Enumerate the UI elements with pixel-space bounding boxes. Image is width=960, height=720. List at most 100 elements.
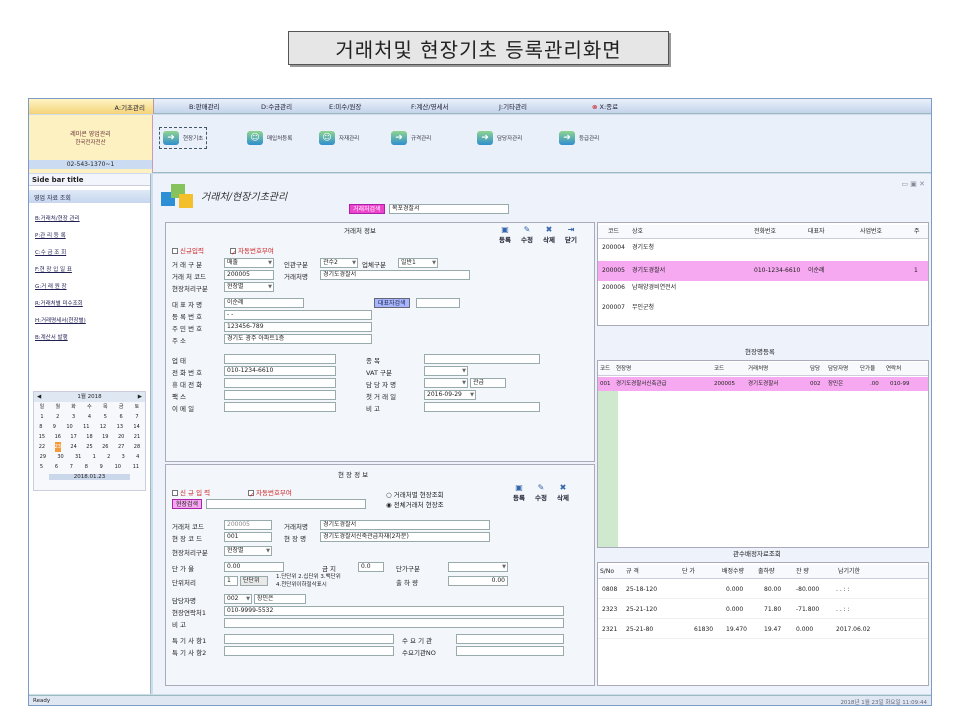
demand-no-input[interactable] — [456, 646, 564, 656]
col-extra[interactable]: 주 — [914, 225, 920, 239]
sidebar-section[interactable]: 영업 자료 조회 — [29, 190, 150, 203]
vendor-row[interactable]: 200004 경기도청 — [598, 241, 928, 255]
calendar-day[interactable]: 4 — [136, 452, 139, 462]
calendar-today[interactable]: 2018.01.23 — [49, 474, 130, 480]
calendar-day[interactable]: 3 — [122, 452, 125, 462]
calendar-day[interactable]: 1 — [93, 452, 96, 462]
col-manager[interactable]: 담당 — [810, 362, 820, 376]
calendar-day[interactable]: 11 — [83, 422, 89, 432]
col-bizno[interactable]: 사업번호 — [860, 225, 882, 239]
tel-input[interactable]: 010-1234-6610 — [224, 366, 336, 376]
menu-tab-etc[interactable]: J:기타관리 — [499, 101, 527, 111]
calendar[interactable]: ◀ 1월 2018 ▶ 일 월 화 수 목 금 토 1 2 3 4 5 6 7 8 9 10 11 12 13 14 15 16… — [33, 391, 146, 491]
calendar-day[interactable]: 27 — [118, 442, 124, 452]
prev-month-icon[interactable]: ◀ — [34, 392, 41, 402]
site-row[interactable]: 001 경기도경찰서신축관급 200005 경기도경찰서 002 장민은 .00 010-99 — [598, 377, 928, 391]
calendar-day[interactable]: 3 — [72, 412, 75, 422]
calendar-day[interactable]: 9 — [100, 462, 103, 472]
calendar-day[interactable]: 23 — [54, 442, 61, 452]
rep-input[interactable]: 이순례 — [224, 298, 304, 308]
first-date-picker[interactable]: 2016-09-29 — [424, 390, 476, 400]
vendor-name-input[interactable]: 경기도경찰서 — [320, 270, 470, 280]
calendar-day[interactable]: 31 — [75, 452, 81, 462]
ribbon-purchase-button[interactable]: ☺ 매입처등록 — [247, 127, 292, 149]
ribbon-grade-button[interactable]: ➜ 등급관리 — [559, 127, 599, 149]
rep-search-input[interactable] — [416, 298, 460, 308]
calendar-day[interactable]: 22 — [39, 442, 45, 452]
calendar-day[interactable]: 20 — [118, 432, 124, 442]
calendar-day[interactable]: 26 — [102, 442, 108, 452]
vendor-row[interactable]: 200007 무인군청 — [598, 301, 928, 315]
col-assigned[interactable]: 배정수량 — [722, 565, 744, 579]
demand-input[interactable] — [456, 634, 564, 644]
col-rate[interactable]: 단가율 — [860, 362, 875, 376]
calendar-day[interactable]: 28 — [134, 442, 140, 452]
site-vname-input[interactable]: 경기도경찰서 — [320, 520, 490, 530]
price-rate-input[interactable]: 0.00 — [224, 562, 284, 572]
sidebar-item-receivable[interactable]: R:거래처별 미수조회 — [29, 296, 150, 313]
sidebar-item-ledger[interactable]: G:거 래 원 장 — [29, 279, 150, 296]
col-deadline[interactable]: 납기기한 — [838, 565, 860, 579]
site-note-input[interactable] — [224, 618, 564, 628]
detail-row[interactable]: 2321 25-21-80 61830 19.470 19.47 0.000 2017.06… — [598, 621, 928, 639]
col-vendor-name[interactable]: 거래처명 — [748, 362, 768, 376]
col-site-code[interactable]: 코드 — [600, 362, 610, 376]
menu-tab-basic[interactable]: A:기초관리 — [29, 99, 154, 114]
calendar-day[interactable]: 화 — [71, 402, 76, 412]
calendar-day[interactable]: 17 — [70, 432, 76, 442]
col-manager-name[interactable]: 담당자명 — [828, 362, 848, 376]
col-site-name[interactable]: 현장명 — [616, 362, 631, 376]
sidebar-item-register[interactable]: P:관 리 등 록 — [29, 228, 150, 245]
detail-row[interactable]: 0808 25-18-120 0.000 80.00 -80.000 . . : : — [598, 581, 928, 599]
calendar-day[interactable]: 4 — [88, 412, 91, 422]
contact-input[interactable]: 010-9999-5532 — [224, 606, 564, 616]
vendor-search-button[interactable]: 거래처검색 — [349, 204, 385, 214]
calendar-day[interactable]: 13 — [117, 422, 123, 432]
calendar-day[interactable]: 7 — [135, 412, 138, 422]
calendar-day[interactable]: 10 — [66, 422, 72, 432]
calendar-day[interactable]: 7 — [70, 462, 73, 472]
mobile-input[interactable] — [224, 378, 336, 388]
pay-input[interactable]: 0.0 — [358, 562, 384, 572]
calendar-day[interactable]: 24 — [70, 442, 76, 452]
calendar-day[interactable]: 21 — [134, 432, 140, 442]
vendor-register-button[interactable]: ▣ 등록 — [496, 225, 514, 244]
person-name-input[interactable]: 장민은 — [254, 594, 306, 604]
ribbon-spec-button[interactable]: ➜ 규격관리 — [391, 127, 431, 149]
resid-number-input[interactable]: 123456-789 — [224, 322, 372, 332]
calendar-day[interactable]: 19 — [102, 432, 108, 442]
col-shipped[interactable]: 출하량 — [758, 565, 775, 579]
calendar-day[interactable]: 12 — [100, 422, 106, 432]
calendar-day[interactable]: 6 — [120, 412, 123, 422]
calendar-day[interactable]: 토 — [135, 402, 140, 412]
vendor-row[interactable]: 200005 경기도경찰서 010-1234-6610 이순례 1 — [598, 261, 928, 281]
local-select[interactable]: 관수2 — [320, 258, 358, 268]
fax-input[interactable] — [224, 390, 336, 400]
calendar-day[interactable]: 9 — [53, 422, 56, 432]
calendar-day[interactable]: 5 — [104, 412, 107, 422]
site-proc-select2[interactable]: 현장별 — [224, 546, 272, 556]
vendor-delete-button[interactable]: ✖ 삭제 — [540, 225, 558, 244]
ribbon-material-button[interactable]: ☺ 자재관리 — [319, 127, 359, 149]
menu-tab-sales[interactable]: B:판매관리 — [189, 101, 220, 111]
price-type-select[interactable] — [448, 562, 508, 572]
address-input[interactable]: 경기도 광주 아파트1층 — [224, 334, 372, 344]
special2-input[interactable] — [224, 646, 394, 656]
menu-tab-collection[interactable]: D:수금관리 — [261, 101, 292, 111]
calendar-day[interactable]: 16 — [55, 432, 61, 442]
vendor-auto-number-checkbox[interactable]: ✓ 자동번호부여 — [230, 245, 274, 257]
rep-search-button[interactable]: 대표자검색 — [374, 298, 410, 308]
sidebar-item-vendor[interactable]: B:거래처/현장 관리 — [29, 211, 150, 228]
out-input[interactable]: 0.00 — [448, 576, 508, 586]
sidebar-item-invoice[interactable]: B:계산서 발행 — [29, 330, 150, 347]
col-code[interactable]: 코드 — [608, 225, 619, 239]
site-search-input[interactable] — [206, 499, 366, 509]
calendar-day[interactable]: 일 — [40, 402, 45, 412]
next-month-icon[interactable]: ▶ — [138, 392, 145, 402]
vat-select[interactable] — [424, 366, 468, 376]
col-price[interactable]: 단 가 — [682, 565, 695, 579]
site-register-button[interactable]: ▣ 등록 — [510, 483, 528, 502]
radio-vendor-site[interactable]: ○ 거래처별 현장조회 — [386, 489, 444, 499]
calendar-day[interactable]: 월 — [55, 402, 60, 412]
type-select[interactable]: 매출 — [224, 258, 274, 268]
